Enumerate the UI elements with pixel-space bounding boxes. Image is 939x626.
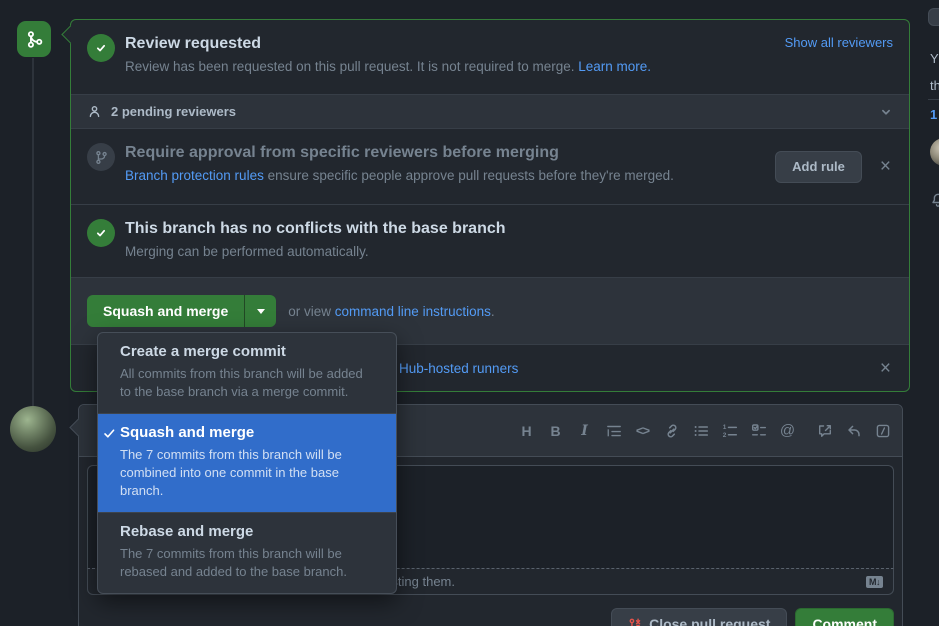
cross-reference-icon[interactable] [813, 419, 836, 442]
merge-options-toggle[interactable] [244, 295, 276, 327]
unordered-list-icon[interactable] [689, 419, 712, 442]
right-rail-clipped: Y th 1 [928, 0, 939, 626]
git-branch-icon [87, 143, 115, 171]
quote-icon[interactable] [602, 419, 625, 442]
clipped-text: th [930, 78, 939, 93]
svg-text:1: 1 [722, 424, 726, 431]
menu-item-create-merge-commit[interactable]: Create a merge commit All commits from t… [98, 333, 396, 414]
clipped-text: Y [930, 51, 939, 66]
review-requested-section: Review requested Show all reviewers Revi… [71, 20, 909, 94]
git-merge-timeline-icon [17, 21, 51, 57]
italic-icon[interactable]: I [573, 419, 596, 442]
hosted-runners-link[interactable]: Hub-hosted runners [399, 361, 518, 376]
or-view-text: or view [288, 304, 335, 319]
branch-protection-rules-link[interactable]: Branch protection rules [125, 168, 264, 183]
menu-item-rebase-and-merge[interactable]: Rebase and merge The 7 commits from this… [98, 513, 396, 593]
close-pull-request-button[interactable]: Close pull request [611, 608, 787, 626]
no-conflicts-title: This branch has no conflicts with the ba… [125, 220, 893, 238]
branch-protection-description: ensure specific people approve pull requ… [264, 168, 674, 183]
branch-protection-title: Require approval from specific reviewers… [125, 144, 765, 162]
success-check-icon [87, 219, 115, 247]
comment-button[interactable]: Comment [795, 608, 894, 626]
dismiss-banner-icon[interactable]: × [878, 357, 893, 380]
chevron-down-icon [879, 105, 893, 119]
heading-icon[interactable]: H [515, 419, 538, 442]
pr-closed-icon [628, 617, 642, 626]
success-check-icon [87, 34, 115, 62]
pending-reviewers-row[interactable]: 2 pending reviewers [71, 94, 909, 129]
merge-options-menu: Create a merge commit All commits from t… [97, 332, 397, 594]
add-rule-button[interactable]: Add rule [775, 151, 862, 183]
show-all-reviewers-link[interactable]: Show all reviewers [785, 35, 893, 50]
no-conflicts-section: This branch has no conflicts with the ba… [71, 205, 909, 278]
caret-down-icon [257, 309, 265, 314]
avatar [10, 406, 56, 452]
person-icon [87, 104, 102, 119]
bell-icon[interactable] [930, 192, 939, 208]
task-list-icon[interactable] [747, 419, 770, 442]
slash-command-icon[interactable] [871, 419, 894, 442]
squash-and-merge-button[interactable]: Squash and merge [87, 295, 244, 327]
svg-text:2: 2 [722, 431, 726, 438]
menu-item-squash-and-merge[interactable]: Squash and merge The 7 commits from this… [98, 414, 396, 513]
dismiss-protection-icon[interactable]: × [878, 155, 893, 178]
code-icon[interactable]: <> [631, 419, 654, 442]
reply-icon[interactable] [842, 419, 865, 442]
bold-icon[interactable]: B [544, 419, 567, 442]
avatar [930, 138, 939, 166]
branch-protection-section: Require approval from specific reviewers… [71, 129, 909, 205]
clipped-button[interactable] [928, 8, 939, 26]
clipped-link[interactable]: 1 [930, 107, 937, 122]
review-requested-description: Review has been requested on this pull r… [125, 59, 578, 74]
check-icon [103, 427, 116, 440]
pull-request-page: Review requested Show all reviewers Revi… [0, 0, 939, 626]
divider [928, 99, 939, 100]
learn-more-link[interactable]: Learn more. [578, 59, 651, 74]
no-conflicts-description: Merging can be performed automatically. [125, 243, 893, 260]
command-line-instructions-link[interactable]: command line instructions [335, 304, 491, 319]
ordered-list-icon[interactable]: 12 [718, 419, 741, 442]
pending-reviewers-label: 2 pending reviewers [111, 104, 236, 119]
markdown-icon[interactable]: M↓ [866, 576, 883, 588]
link-icon[interactable] [660, 419, 683, 442]
period-text: . [491, 304, 495, 319]
review-requested-title: Review requested [125, 35, 261, 53]
mention-icon[interactable]: @ [776, 419, 799, 442]
squash-and-merge-split-button: Squash and merge [87, 295, 276, 327]
timeline-line [32, 58, 34, 406]
